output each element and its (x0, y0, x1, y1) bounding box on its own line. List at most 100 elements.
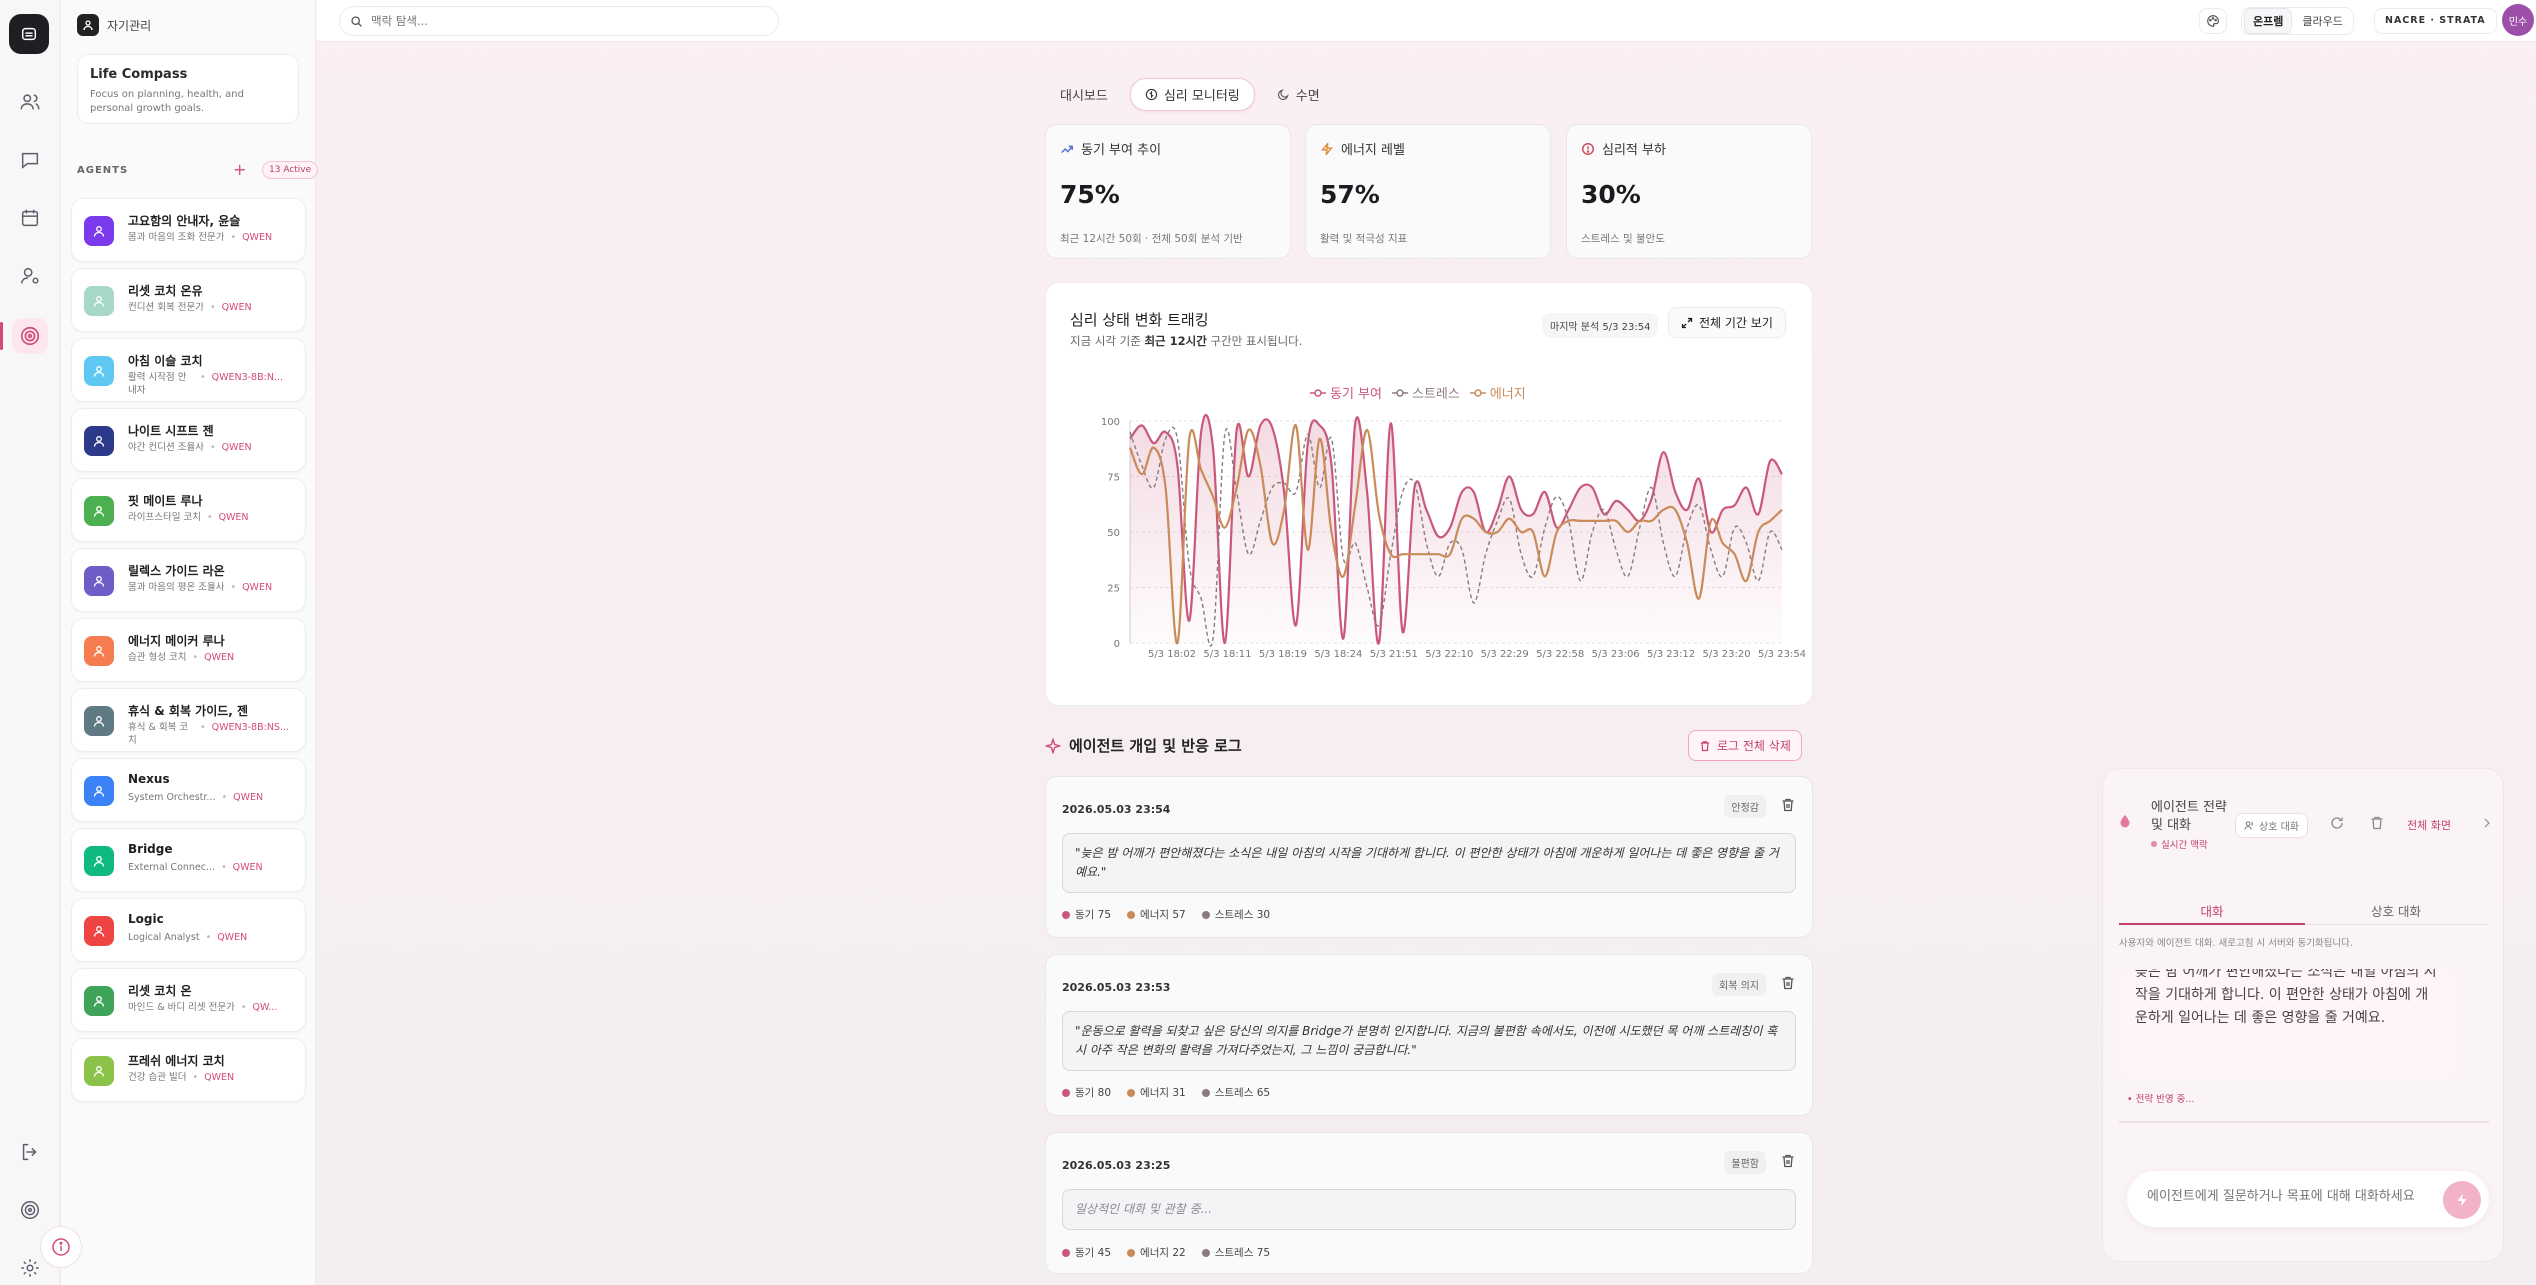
legend-stress[interactable]: 스트레스 (1391, 383, 1460, 402)
x-tick-label: 5/3 23:20 (1702, 649, 1750, 660)
metric-energy-value: 에너지 22 (1140, 1247, 1186, 1259)
tab-mental-monitoring-label: 심리 모니터링 (1163, 88, 1240, 104)
mutual-mode-button[interactable]: 상호 대화 (2235, 813, 2308, 838)
workspace-badge[interactable]: NACRE · STRATA (2374, 8, 2497, 34)
subtitle-suffix: 구간만 표시됩니다. (1206, 334, 1303, 348)
full-period-button[interactable]: 전체 기간 보기 (1668, 307, 1786, 338)
metric-stress: 스트레스 30 (1201, 907, 1270, 922)
agent-meta: 라이프스타일 코치 • QWEN (128, 511, 300, 524)
target-icon[interactable] (12, 318, 48, 354)
refresh-icon[interactable] (2329, 815, 2345, 831)
agent-card[interactable]: 리셋 코치 온 마인드 & 바디 리셋 전문가 • QW... (71, 968, 306, 1032)
active-count-badge: 13 Active (262, 161, 319, 179)
log-section-header: 에이전트 개입 및 반응 로그 로그 전체 삭제 (1045, 730, 1813, 761)
trash-icon[interactable] (1780, 1153, 1796, 1169)
agent-model: QWEN3-8B:NS... (211, 722, 290, 733)
agent-model: QWEN (221, 442, 252, 453)
chevron-right-icon[interactable] (2481, 817, 2493, 829)
tab-sleep[interactable]: 수면 (1263, 79, 1334, 110)
agent-model: QWEN (204, 1072, 235, 1083)
workspace-icon (77, 14, 99, 36)
mode-cloud[interactable]: 클라우드 (2294, 9, 2350, 33)
app-logo-icon[interactable] (9, 14, 49, 54)
add-agent-button[interactable]: + (233, 160, 246, 179)
mode-onprem[interactable]: 온프렘 (2244, 8, 2293, 34)
agent-meta: External Connec... • QWEN (128, 861, 300, 874)
trash-icon[interactable] (1780, 797, 1796, 813)
tab-dashboard[interactable]: 대시보드 (1046, 79, 1122, 110)
kpi-stress-card: 심리적 부하 30% 스트레스 및 불안도 (1566, 124, 1812, 259)
info-button[interactable] (40, 1226, 82, 1268)
agent-card[interactable]: 아침 이슬 코치 활력 시작점 안내자 • QWEN3-8B:N... (71, 338, 306, 402)
search-input[interactable] (371, 14, 751, 28)
legend-motivation[interactable]: 동기 부여 (1310, 383, 1382, 402)
logout-icon[interactable] (12, 1134, 48, 1170)
sparkle-icon (1045, 737, 1061, 754)
metric-motivation: 동기 45 (1062, 1245, 1111, 1260)
separator-dot: • (230, 232, 237, 243)
agent-card[interactable]: Logic Logical Analyst • QWEN (71, 898, 306, 962)
metric-energy-value: 에너지 57 (1140, 909, 1186, 921)
agent-card[interactable]: 휴식 & 회복 가이드, 젠 휴식 & 회복 코치 • QWEN3-8B:NS... (71, 688, 306, 752)
agent-card[interactable]: 프레쉬 에너지 코치 건강 습관 빌더 • QWEN (71, 1038, 306, 1102)
tab-mutual-chat[interactable]: 상호 대화 (2305, 901, 2487, 920)
agent-name: 프레쉬 에너지 코치 (128, 1054, 225, 1068)
search-icon (351, 15, 362, 27)
chat-message-text: 늦은 밤 어깨가 편안해졌다는 소식은 내일 아침의 시작을 기대하게 합니다.… (2135, 969, 2437, 1026)
trash-icon[interactable] (2369, 815, 2385, 831)
agent-meta: 야간 컨디션 조율사 • QWEN (128, 441, 300, 454)
icon-rail (0, 0, 60, 1285)
chart-title: 심리 상태 변화 트래킹 (1070, 311, 1209, 329)
trash-icon[interactable] (1780, 975, 1796, 991)
agent-card[interactable]: 핏 메이트 루나 라이프스타일 코치 • QWEN (71, 478, 306, 542)
agent-meta: Logical Analyst • QWEN (128, 931, 300, 944)
workspace-header[interactable]: 자기관리 (77, 14, 151, 36)
agent-card[interactable]: 릴렉스 가이드 라온 몸과 마음의 평온 조율사 • QWEN (71, 548, 306, 612)
agent-name: 고요함의 안내자, 윤슬 (128, 214, 241, 228)
expand-icon (1681, 317, 1693, 328)
palette-button[interactable] (2199, 8, 2227, 34)
agent-role: Logical Analyst (128, 932, 200, 943)
tab-mental-monitoring[interactable]: 심리 모니터링 (1129, 77, 1255, 111)
send-button[interactable] (2443, 1181, 2481, 1219)
agent-card[interactable]: 리셋 코치 온유 컨디션 회복 전문가 • QWEN (71, 268, 306, 332)
y-tick-label: 75 (1107, 473, 1120, 484)
log-section-title: 에이전트 개입 및 반응 로그 (1069, 737, 1242, 755)
agent-avatar-icon (84, 356, 114, 386)
x-tick-label: 5/3 21:51 (1370, 649, 1418, 660)
agent-name: 나이트 시프트 젠 (128, 424, 214, 438)
deploy-mode-toggle[interactable]: 온프렘 클라우드 (2241, 7, 2354, 35)
bolt-icon (2457, 1193, 2467, 1207)
agent-avatar-icon (84, 566, 114, 596)
agent-card[interactable]: 에너지 메이커 루나 습관 형성 코치 • QWEN (71, 618, 306, 682)
agent-model: QWEN3-8B:N... (211, 372, 283, 383)
legend-energy[interactable]: 에너지 (1469, 383, 1526, 402)
x-tick-label: 5/3 23:54 (1758, 649, 1806, 660)
chat-icon[interactable] (12, 142, 48, 178)
agent-card[interactable]: Nexus System Orchestr... • QWEN (71, 758, 306, 822)
drop-icon (2120, 815, 2130, 828)
metric-motivation: 동기 75 (1062, 907, 1111, 922)
agent-card[interactable]: 나이트 시프트 젠야간 컨디션 조율사 • QWEN (71, 408, 306, 472)
search-box[interactable] (339, 6, 779, 36)
separator-dot: • (240, 1002, 247, 1013)
agent-name: 리셋 코치 온유 (128, 284, 203, 298)
kpi-motivation-card: 동기 부여 추이 75% 최근 12시간 50회 · 전체 50회 분석 기반 (1045, 124, 1291, 259)
users-icon[interactable] (12, 84, 48, 120)
agent-role: 라이프스타일 코치 (128, 512, 201, 523)
agent-model: QW... (252, 1002, 278, 1013)
kpi-motivation-title: 동기 부여 추이 (1081, 143, 1162, 158)
focus-icon[interactable] (12, 1192, 48, 1228)
user-avatar[interactable]: 민수 (2502, 4, 2534, 36)
kpi-stress-title: 심리적 부하 (1602, 143, 1666, 158)
tab-chat[interactable]: 대화 (2119, 901, 2305, 925)
delete-all-logs-button[interactable]: 로그 전체 삭제 (1688, 730, 1802, 761)
calendar-icon[interactable] (12, 200, 48, 236)
agent-chat-panel: 에이전트 전략 및 대화 실시간 맥락 상호 대화 전체 화면 대화 상호 대화… (2102, 768, 2504, 1262)
life-compass-card[interactable]: Life Compass Focus on planning, health, … (77, 54, 299, 124)
chat-input[interactable] (2147, 1189, 2437, 1204)
agent-card[interactable]: 고요함의 안내자, 윤슬 몸과 마음의 조화 전문가 • QWEN (71, 198, 306, 262)
full-screen-button[interactable]: 전체 화면 (2407, 817, 2451, 833)
agent-card[interactable]: Bridge External Connec... • QWEN (71, 828, 306, 892)
user-settings-icon[interactable] (12, 258, 48, 294)
